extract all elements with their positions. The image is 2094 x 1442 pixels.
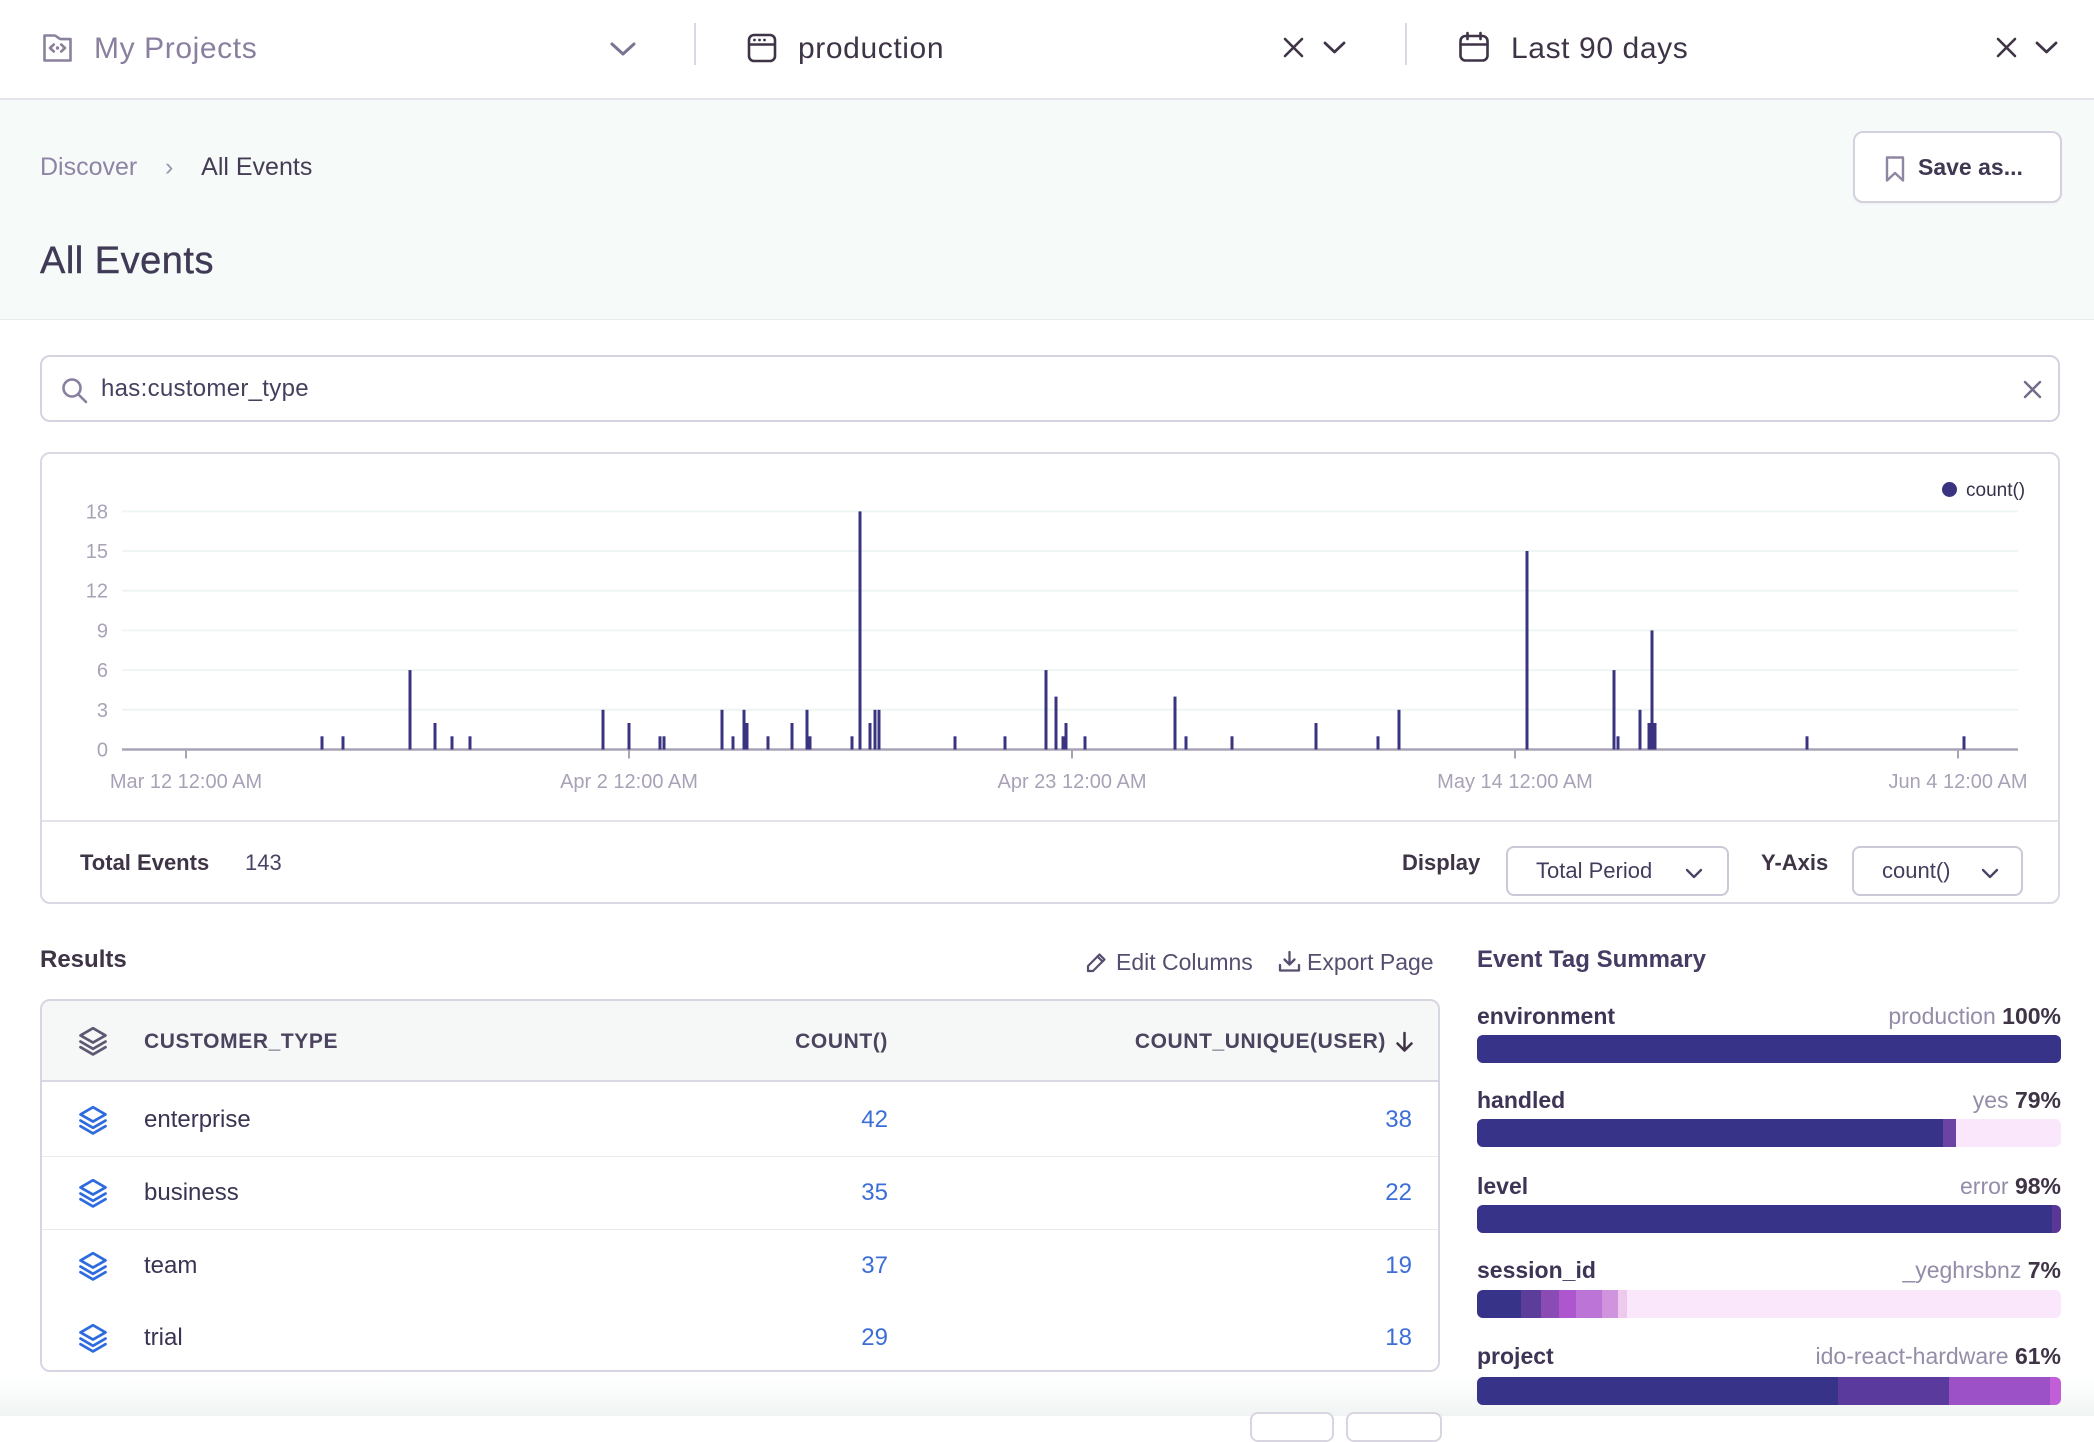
- svg-text:Apr 2 12:00 AM: Apr 2 12:00 AM: [560, 771, 698, 793]
- svg-text:Jun 4 12:00 AM: Jun 4 12:00 AM: [1889, 771, 2028, 793]
- svg-text:15: 15: [86, 541, 108, 563]
- svg-text:6: 6: [97, 660, 108, 682]
- svg-text:18: 18: [86, 501, 108, 523]
- svg-text:Mar 12 12:00 AM: Mar 12 12:00 AM: [110, 771, 262, 793]
- svg-text:12: 12: [86, 581, 108, 603]
- svg-text:0: 0: [97, 740, 108, 762]
- svg-text:9: 9: [97, 620, 108, 642]
- svg-text:Apr 23 12:00 AM: Apr 23 12:00 AM: [998, 771, 1147, 793]
- svg-text:May 14 12:00 AM: May 14 12:00 AM: [1437, 771, 1593, 793]
- svg-text:3: 3: [97, 700, 108, 722]
